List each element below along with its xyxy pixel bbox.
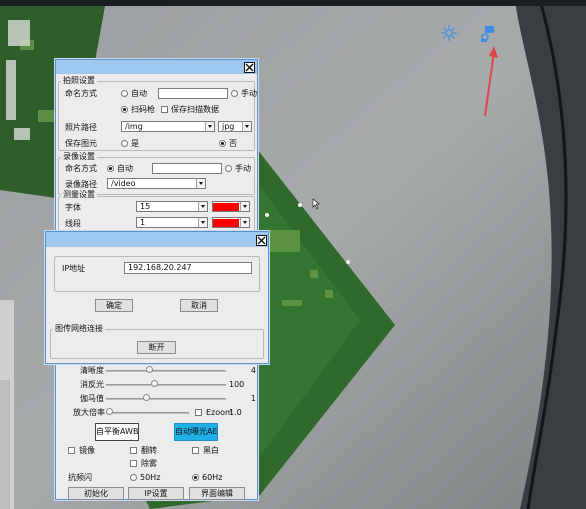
gamma-track: [106, 398, 226, 400]
video-naming-auto-label: 自动: [117, 164, 133, 173]
save-image-no-label: 否: [229, 139, 237, 148]
camera-icon[interactable]: [480, 25, 496, 43]
font-size-select[interactable]: 15: [136, 201, 208, 212]
sharpness-value: 4: [250, 366, 256, 375]
video-name-input[interactable]: [152, 163, 222, 174]
auto-white-balance-button[interactable]: 自平衡AWB: [95, 423, 139, 441]
photo-path-label: 照片路径: [65, 123, 97, 132]
font-size-label: 字体: [65, 203, 81, 212]
photo-format-value: jpg: [222, 122, 235, 131]
arrow-annotation: [484, 46, 498, 117]
close-icon: [245, 63, 254, 72]
defog-checkbox[interactable]: [130, 460, 137, 467]
measure-group-title: 测量设置: [61, 190, 97, 200]
flicker-50hz-radio[interactable]: [130, 474, 137, 481]
line-color-select[interactable]: [212, 217, 250, 228]
zoom-label: 放大倍率: [73, 408, 105, 417]
sharpness-label: 清晰度: [80, 366, 104, 375]
sharpness-track: [106, 370, 226, 372]
video-group-title: 录像设置: [61, 152, 97, 162]
top-strip: [0, 0, 586, 6]
settings-titlebar: [56, 60, 257, 74]
auto-exposure-button[interactable]: 自动曝光AE: [174, 423, 218, 441]
save-image-yes-radio[interactable]: [121, 140, 128, 147]
ip-dialog: IP地址 192.168.20.247 确定 取消 图传网络连接 断开: [45, 231, 269, 364]
ip-address-input[interactable]: 192.168.20.247: [124, 262, 252, 274]
zoom-track: [106, 412, 189, 414]
flip-checkbox[interactable]: [130, 447, 137, 454]
gamma-value: 1: [250, 394, 256, 403]
line-width-value: 1: [140, 218, 146, 227]
save-image-yes-label: 是: [131, 139, 139, 148]
flip-label: 翻转: [141, 446, 157, 455]
initialize-button[interactable]: 初始化: [68, 487, 124, 500]
photo-naming-auto-radio[interactable]: [121, 90, 128, 97]
mirror-label: 镜像: [79, 446, 95, 455]
close-button[interactable]: [244, 62, 255, 73]
ip-label: IP地址: [62, 264, 86, 273]
flicker-60hz-radio[interactable]: [192, 474, 199, 481]
video-naming-manual-label: 手动: [235, 164, 251, 173]
antiglare-value: 100: [229, 380, 245, 389]
ezoom-checkbox[interactable]: [195, 409, 202, 416]
video-naming-manual-radio[interactable]: [225, 165, 232, 172]
flicker-60hz-label: 60Hz: [202, 473, 223, 482]
save-scan-data-label: 保存扫描数据: [171, 105, 219, 114]
sun-icon[interactable]: [441, 25, 457, 41]
line-color-swatch: [213, 219, 239, 227]
disconnect-button[interactable]: 断开: [137, 341, 176, 354]
ip-ok-button[interactable]: 确定: [95, 299, 133, 312]
font-size-value: 15: [140, 202, 151, 211]
chevron-down-icon: [240, 202, 249, 211]
photo-format-select[interactable]: jpg: [218, 121, 252, 132]
save-image-label: 保存图元: [65, 139, 97, 148]
antiglare-label: 消反光: [80, 380, 104, 389]
photo-group-title: 拍照设置: [61, 76, 97, 86]
black-white-label: 黑白: [203, 446, 219, 455]
video-path-value: /video: [111, 179, 136, 188]
line-width-select[interactable]: 1: [136, 217, 208, 228]
ip-settings-button[interactable]: IP设置: [128, 487, 184, 500]
chevron-down-icon: [205, 122, 214, 131]
ip-dialog-titlebar: [46, 232, 268, 247]
flicker-50hz-label: 50Hz: [140, 473, 161, 482]
ip-dialog-close-button[interactable]: [256, 235, 267, 246]
video-naming-auto-radio[interactable]: [107, 165, 114, 172]
zoom-value: 1.0: [229, 408, 242, 417]
video-naming-label: 命名方式: [65, 164, 97, 173]
photo-naming-manual-radio[interactable]: [231, 90, 238, 97]
chevron-down-icon: [196, 179, 205, 188]
antiglare-track: [106, 384, 226, 386]
save-scan-data-checkbox[interactable]: [161, 106, 168, 113]
line-width-label: 线段: [65, 219, 81, 228]
save-image-no-radio[interactable]: [219, 140, 226, 147]
ip-cancel-button[interactable]: 取消: [180, 299, 218, 312]
photo-path-select[interactable]: /img: [121, 121, 215, 132]
mirror-checkbox[interactable]: [68, 447, 75, 454]
chevron-down-icon: [198, 202, 207, 211]
photo-naming-scan-label: 扫码枪: [131, 105, 155, 114]
photo-naming-auto-label: 自动: [131, 89, 147, 98]
chevron-down-icon: [198, 218, 207, 227]
sharpness-slider[interactable]: [145, 366, 153, 373]
black-white-checkbox[interactable]: [192, 447, 199, 454]
font-color-swatch: [213, 203, 239, 211]
photo-naming-manual-label: 手动: [241, 89, 257, 98]
chevron-down-icon: [240, 218, 249, 227]
video-path-label: 录像路径: [65, 180, 97, 189]
video-path-select[interactable]: /video: [107, 178, 206, 189]
flicker-label: 抗频闪: [68, 473, 92, 482]
network-group-title: 图传网络连接: [53, 324, 105, 334]
gamma-label: 伽马值: [80, 394, 104, 403]
photo-naming-scan-radio[interactable]: [121, 106, 128, 113]
ui-edit-button[interactable]: 界面编辑: [189, 487, 245, 500]
photo-path-value: /img: [125, 122, 143, 131]
photo-naming-label: 命名方式: [65, 89, 97, 98]
defog-label: 除雾: [141, 459, 157, 468]
zoom-slider[interactable]: [106, 408, 113, 415]
font-color-select[interactable]: [212, 201, 250, 212]
photo-name-input[interactable]: [158, 88, 228, 99]
chevron-down-icon: [242, 122, 251, 131]
close-icon: [257, 236, 266, 245]
